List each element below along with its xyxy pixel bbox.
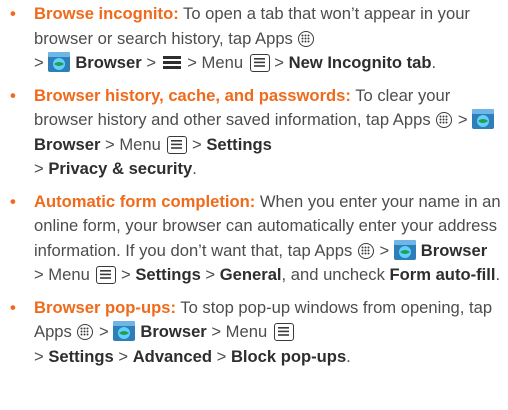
bullet: • (10, 85, 16, 105)
separator: > (34, 53, 49, 72)
privacy-security-label: Privacy & security (48, 159, 193, 178)
apps-icon (436, 112, 453, 128)
tip-title: Browse incognito: (34, 4, 179, 23)
settings-label: Settings (48, 346, 114, 366)
separator: > (34, 346, 49, 366)
overflow-bars-icon (162, 52, 181, 69)
tip-title: Automatic form completion: (34, 191, 256, 211)
browser-icon (472, 109, 495, 129)
separator: > (94, 322, 114, 341)
browser-icon (393, 239, 416, 260)
period: . (346, 346, 351, 366)
separator: > Menu (182, 53, 248, 72)
separator: > (453, 110, 473, 129)
separator: > (34, 159, 49, 178)
bullet: • (10, 4, 16, 23)
separator: > (187, 134, 207, 154)
tip-title: Browser history, cache, and passwords: (34, 85, 351, 105)
browser-icon (48, 52, 71, 72)
menu-key-icon (249, 54, 270, 72)
period: . (431, 53, 437, 72)
tip-browser-history: • Browser history, cache, and passwords:… (8, 84, 504, 182)
separator: > (200, 265, 220, 284)
tip-browse-incognito: • Browse incognito: To open a tab that w… (8, 2, 504, 76)
tip-text: , and uncheck (281, 265, 390, 284)
help-page: • Browse incognito: To open a tab that w… (0, 0, 508, 410)
apps-icon (357, 242, 374, 259)
tip-browser-popups: • Browser pop-ups: To stop pop-up window… (8, 296, 504, 370)
separator: > (269, 53, 289, 72)
tip-form-completion: • Automatic form completion: When you en… (8, 190, 504, 288)
menu-key-icon (96, 266, 117, 284)
form-auto-fill-label: Form auto-fill (389, 265, 496, 284)
menu-key-icon (273, 323, 294, 341)
separator: > (113, 346, 133, 366)
settings-label: Settings (135, 265, 201, 284)
separator: > Menu (100, 134, 166, 154)
new-incognito-tab-label: New Incognito tab (288, 53, 432, 72)
separator: > (116, 265, 136, 284)
separator: > Menu (206, 322, 272, 341)
general-label: General (219, 265, 282, 284)
browser-label: Browser (34, 134, 101, 154)
bullet: • (10, 297, 16, 317)
browser-label: Browser (140, 322, 207, 341)
separator: > (374, 240, 394, 260)
period: . (495, 265, 501, 284)
apps-icon (298, 30, 315, 47)
bullet: • (10, 191, 16, 211)
browser-label: Browser (75, 53, 142, 72)
separator: > (212, 346, 231, 366)
advanced-label: Advanced (132, 346, 213, 366)
period: . (192, 159, 197, 178)
block-popups-label: Block pop-ups (230, 346, 347, 366)
browser-label: Browser (420, 240, 488, 260)
settings-label: Settings (206, 134, 272, 154)
apps-icon (77, 324, 94, 340)
tips-list: • Browse incognito: To open a tab that w… (8, 2, 504, 369)
tip-title: Browser pop-ups: (34, 297, 176, 317)
browser-icon (113, 321, 136, 341)
separator: > (141, 53, 161, 72)
menu-key-icon (167, 135, 188, 154)
separator: > Menu (34, 265, 95, 284)
